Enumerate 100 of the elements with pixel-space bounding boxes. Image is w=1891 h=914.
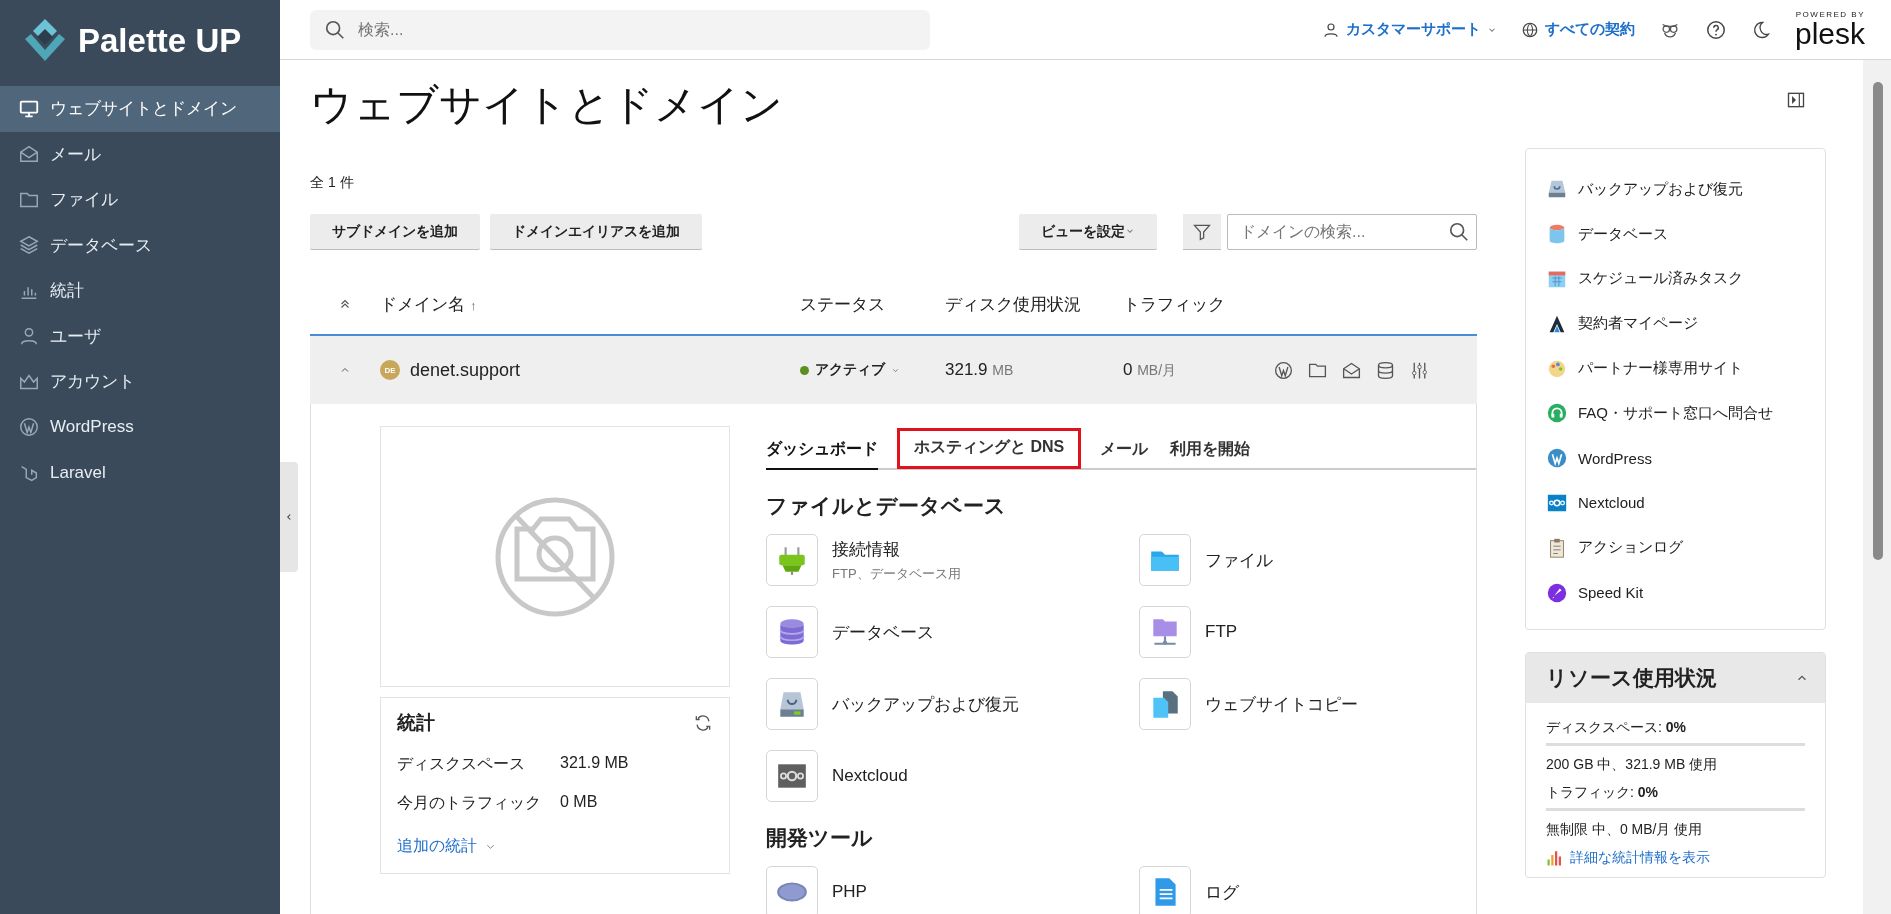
side-panel-link[interactable]: パートナー様専用サイト [1546, 346, 1805, 391]
side-panel-link[interactable]: スケジュール済みタスク [1546, 256, 1805, 302]
wordpress-icon [1546, 447, 1568, 470]
traffic-unit: MB/月 [1137, 362, 1177, 378]
sidebar-toggle-icon [1786, 90, 1806, 110]
tool-link[interactable]: ログ [1205, 880, 1239, 904]
tab[interactable]: ダッシュボード [766, 439, 878, 470]
tab[interactable]: 利用を開始 [1170, 439, 1251, 470]
powered-by-label: POWERED BY [1795, 10, 1865, 19]
wordpress-icon[interactable] [1273, 359, 1294, 381]
toolbar-button[interactable]: サブドメインを追加 [310, 214, 480, 250]
stat-label: ディスクスペース [397, 754, 526, 774]
meter-label: トラフィック: 0% [1546, 783, 1659, 802]
nav-item[interactable]: 統計 [0, 268, 280, 314]
page-title: ウェブサイトとドメイン [310, 80, 783, 130]
header-link[interactable]: カスタマーサポート [1321, 20, 1497, 39]
traffic-usage: 0 [1123, 360, 1133, 379]
scrollbar-thumb[interactable] [1873, 82, 1883, 560]
panel-title: リソース使用状況 [1546, 664, 1717, 691]
collapse-handle[interactable] [280, 462, 298, 572]
tool-description: FTP、データベース用 [832, 564, 961, 583]
tool-link[interactable]: ウェブサイトコピー [1205, 692, 1358, 716]
nav-item[interactable]: Laravel [0, 450, 280, 496]
scrollbar[interactable] [1863, 60, 1891, 914]
disk-usage: 321.9 [945, 360, 988, 379]
section-heading: 開発ツール [766, 825, 874, 851]
tool-link[interactable]: FTP [1205, 622, 1238, 642]
more-stats-link[interactable]: 追加の統計 [397, 836, 496, 857]
meter-label: ディスクスペース: 0% [1546, 718, 1687, 737]
column-header[interactable]: ドメイン名 [380, 294, 465, 314]
view-button[interactable]: ビューを設定 [1019, 214, 1157, 250]
nav-item[interactable]: メール [0, 131, 280, 177]
side-panel-link[interactable]: Nextcloud [1546, 480, 1805, 526]
layers-icon [18, 234, 40, 257]
nav-item[interactable]: WordPress [0, 404, 280, 450]
column-header[interactable]: トラフィック [1123, 294, 1225, 314]
tool-link[interactable]: Nextcloud [832, 766, 908, 786]
brand-name: Palette UP [78, 22, 242, 60]
tile-icon-box[interactable] [766, 866, 818, 914]
item-count: 全 1 件 [310, 174, 355, 192]
tile-icon-box[interactable] [766, 534, 818, 586]
toolbar-button[interactable]: ドメインエイリアスを追加 [490, 214, 702, 250]
tile-icon-box[interactable] [766, 678, 818, 730]
stat-value: 321.9 MB [560, 754, 629, 773]
domain-search-field[interactable]: ドメインの検索... [1227, 214, 1477, 250]
tile-icon-box[interactable] [766, 606, 818, 658]
tool-link[interactable]: 接続情報 [832, 537, 961, 561]
nav-item[interactable]: ウェブサイトとドメイン [0, 86, 280, 132]
globe-icon [1520, 20, 1539, 39]
tile-icon-box[interactable] [1139, 534, 1191, 586]
nav-item[interactable]: データベース [0, 222, 280, 268]
user-icon [1321, 20, 1340, 39]
tile-icon-box[interactable] [1139, 606, 1191, 658]
column-header[interactable]: ディスク使用状況 [945, 294, 1081, 314]
tab[interactable]: メール [1100, 439, 1149, 470]
wordpress-icon [18, 416, 40, 439]
nav-item[interactable]: ファイル [0, 177, 280, 223]
sort-indicator: ↑ [470, 297, 477, 313]
tile-icon-box[interactable] [1139, 866, 1191, 914]
section-heading: ファイルとデータベース [766, 493, 1007, 519]
resource-panel-header[interactable]: リソース使用状況 [1526, 652, 1825, 703]
tile-icon-box[interactable] [766, 750, 818, 802]
nav-item[interactable]: アカウント [0, 359, 280, 405]
stat-value: 0 MB [560, 793, 598, 812]
tool-link[interactable]: データベース [832, 620, 934, 644]
search-field[interactable]: 検索... [310, 9, 930, 50]
refresh-icon[interactable] [693, 713, 713, 733]
search-icon [1448, 221, 1470, 243]
side-panel-link[interactable]: FAQ・サポート窓口へ問合せ [1546, 391, 1805, 436]
side-panel-link[interactable]: Speed Kit [1546, 570, 1805, 615]
bar-chart-icon [1546, 848, 1564, 867]
plesk-logo: plesk [1794, 18, 1865, 49]
side-panel-link[interactable]: WordPress [1546, 435, 1805, 481]
usage-detail: 200 GB 中、321.9 MB 使用 [1546, 755, 1719, 774]
search-icon [324, 18, 346, 41]
tool-link[interactable]: バックアップおよび復元 [832, 692, 1019, 716]
stat-label: 今月のトラフィック [397, 793, 542, 813]
nav-item[interactable]: ユーザ [0, 313, 280, 359]
side-panel-link[interactable]: アクションログ [1546, 525, 1805, 571]
stats-title: 統計 [397, 711, 435, 735]
status-menu[interactable]: アクティブ [800, 361, 945, 379]
tool-link[interactable]: ファイル [1205, 548, 1273, 572]
tab[interactable]: ホスティングと DNS [900, 431, 1079, 466]
database-icon[interactable] [1375, 359, 1396, 381]
side-panel-link[interactable]: バックアップおよび復元 [1546, 167, 1805, 212]
domain-name[interactable]: denet.support [410, 359, 521, 381]
favicon: DE [380, 360, 400, 380]
disk-unit: MB [992, 362, 1014, 378]
header-link[interactable]: すべての契約 [1520, 20, 1635, 39]
search-input[interactable]: 検索... [356, 19, 916, 40]
usage-detail: 無制限 中、0 MB/月 使用 [1546, 820, 1704, 839]
tool-link[interactable]: PHP [832, 882, 867, 902]
side-panel-link[interactable]: データベース [1546, 211, 1805, 257]
column-header[interactable]: ステータス [800, 294, 885, 314]
filter-button[interactable] [1183, 214, 1221, 250]
no-image-icon [495, 496, 615, 617]
stats-link[interactable]: 詳細な統計情報を表示 [1546, 848, 1805, 867]
headset-icon [1546, 402, 1568, 425]
side-panel-link[interactable]: 契約者マイページ [1546, 301, 1805, 347]
tile-icon-box[interactable] [1139, 678, 1191, 730]
